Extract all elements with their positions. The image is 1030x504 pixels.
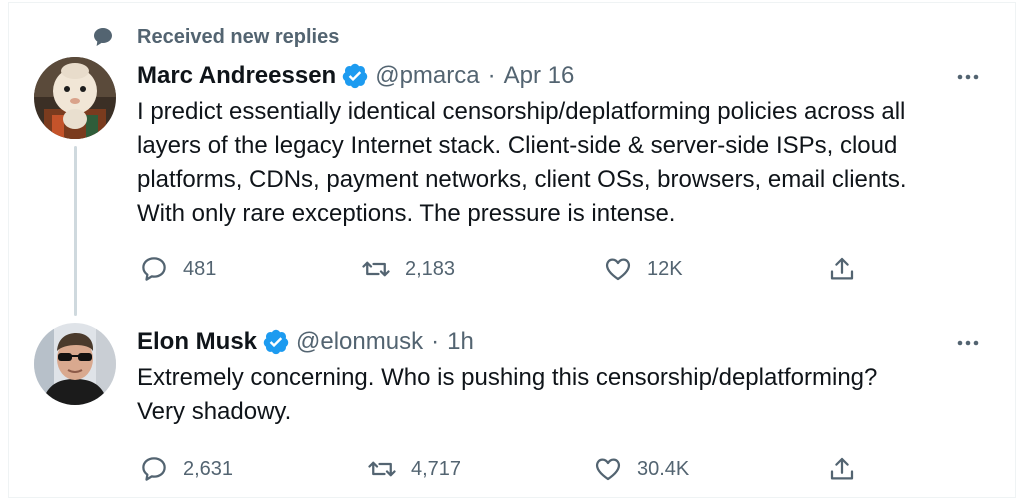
retweet-icon xyxy=(368,461,396,477)
tweet-header: Elon Musk @elonmusk · 1h xyxy=(137,327,474,357)
like-button[interactable]: 12K xyxy=(603,251,683,287)
avatar[interactable] xyxy=(34,57,116,139)
reply-button[interactable]: 2,631 xyxy=(139,451,233,487)
tweet-actions: 2,631 4,717 30.4K xyxy=(9,451,1015,487)
reply-icon xyxy=(142,257,166,281)
like-count: 12K xyxy=(647,257,683,280)
share-icon xyxy=(830,257,854,280)
heart-icon xyxy=(605,258,631,281)
tweet-text: Extremely concerning. Who is pushing thi… xyxy=(137,364,878,425)
author-handle[interactable]: @elonmusk xyxy=(296,327,423,357)
author-name[interactable]: Elon Musk xyxy=(137,327,257,357)
retweet-icon xyxy=(362,261,390,277)
separator-dot: · xyxy=(487,62,496,89)
reply-icon xyxy=(142,457,166,481)
tweet-actions: 481 2,183 12K xyxy=(9,251,1015,287)
like-count: 30.4K xyxy=(637,457,690,480)
author-handle[interactable]: @pmarca xyxy=(375,61,479,91)
author-name[interactable]: Marc Andreessen xyxy=(137,61,336,91)
tweet-text: I predict essentially identical censorsh… xyxy=(137,98,907,227)
retweet-count: 2,183 xyxy=(405,257,456,280)
retweet-count: 4,717 xyxy=(411,457,462,480)
social-context[interactable]: Received new replies xyxy=(9,23,1015,53)
share-icon xyxy=(830,457,854,480)
separator-dot: · xyxy=(431,328,440,355)
like-button[interactable]: 30.4K xyxy=(593,451,689,487)
timestamp[interactable]: Apr 16 xyxy=(504,61,575,91)
reply-count: 2,631 xyxy=(183,457,234,480)
retweet-button[interactable]: 4,717 xyxy=(367,451,461,487)
avatar[interactable] xyxy=(34,323,116,405)
timeline-card: Received new replies Marc Andreessen @pm… xyxy=(8,2,1016,498)
verified-badge-icon xyxy=(263,329,289,355)
share-button[interactable] xyxy=(827,451,871,487)
retweet-button[interactable]: 2,183 xyxy=(361,251,455,287)
share-button[interactable] xyxy=(827,251,871,287)
social-context-label: Received new replies xyxy=(137,26,340,48)
timestamp[interactable]: 1h xyxy=(447,327,474,357)
more-options-icon[interactable] xyxy=(953,331,983,355)
speech-bubble-icon xyxy=(94,28,112,46)
reply-count: 481 xyxy=(183,257,217,280)
heart-icon xyxy=(595,458,621,481)
reply-button[interactable]: 481 xyxy=(139,251,216,287)
thread-connector-line xyxy=(74,146,77,316)
tweet-header: Marc Andreessen @pmarca · Apr 16 xyxy=(137,61,574,91)
more-options-icon[interactable] xyxy=(953,65,983,89)
verified-badge-icon xyxy=(342,63,368,89)
